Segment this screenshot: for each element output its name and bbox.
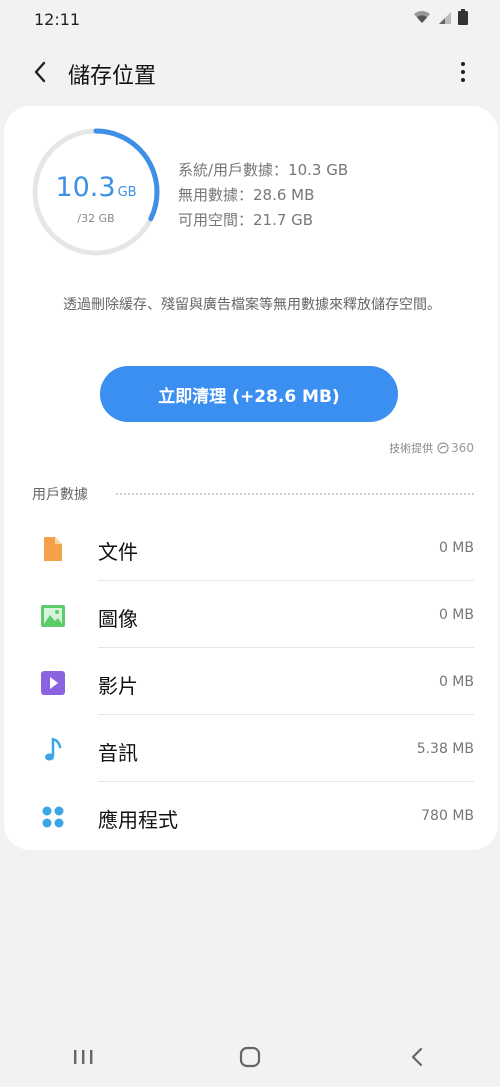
signal-icon bbox=[438, 10, 452, 29]
status-bar: 12:11 bbox=[0, 0, 500, 38]
clean-description: 透過刪除緩存、殘留與廣告檔案等無用數據來釋放儲存空間。 bbox=[63, 297, 441, 313]
used-storage: 10.3 GB bbox=[30, 174, 162, 201]
used-value: 10.3 bbox=[55, 172, 116, 203]
list-item-size: 0 MB bbox=[438, 607, 474, 623]
apps-icon bbox=[38, 803, 68, 831]
app-bar: 儲存位置 bbox=[0, 46, 500, 100]
storage-stats: 系統/用戶數據：10.3 GB 無用數據：28.6 MB 可用空間：21.7 G… bbox=[178, 158, 348, 233]
total-storage: /32 GB bbox=[77, 212, 115, 225]
list-item-label: 文件 bbox=[98, 540, 138, 564]
recent-apps-button[interactable] bbox=[53, 1037, 113, 1077]
back-nav-icon bbox=[411, 1047, 422, 1066]
list-item-label: 圖像 bbox=[98, 607, 138, 631]
more-dot bbox=[461, 62, 465, 66]
image-icon bbox=[38, 602, 68, 630]
document-icon bbox=[38, 535, 68, 563]
battery-icon bbox=[458, 9, 468, 29]
list-item-documents[interactable]: 文件 0 MB bbox=[4, 514, 498, 581]
list-item-label: 應用程式 bbox=[98, 808, 178, 832]
user-data-section-title: 用戶數據 bbox=[32, 487, 88, 503]
more-dot bbox=[461, 70, 465, 74]
home-button[interactable] bbox=[220, 1037, 280, 1077]
list-item-audio[interactable]: 音訊 5.38 MB bbox=[4, 715, 498, 782]
storage-ring: 10.3 GB /32 GB bbox=[30, 126, 162, 258]
clean-now-button[interactable]: 立即清理 (+28.6 MB) bbox=[100, 366, 398, 422]
status-icons bbox=[412, 9, 468, 29]
more-options-button[interactable] bbox=[450, 54, 476, 90]
back-button[interactable] bbox=[22, 54, 58, 90]
recent-apps-icon bbox=[74, 1049, 93, 1064]
list-item-images[interactable]: 圖像 0 MB bbox=[4, 581, 498, 648]
stat-junk: 無用數據：28.6 MB bbox=[178, 186, 315, 204]
section-divider bbox=[116, 493, 474, 495]
list-item-label: 音訊 bbox=[98, 741, 138, 765]
page-title: 儲存位置 bbox=[68, 64, 157, 89]
provider-brand: 360 bbox=[437, 441, 474, 455]
provider-label: 技術提供 bbox=[389, 442, 434, 455]
back-nav-button[interactable] bbox=[387, 1037, 447, 1077]
navigation-bar bbox=[0, 1026, 500, 1087]
list-item-size: 0 MB bbox=[438, 674, 474, 690]
brand-logo-icon bbox=[437, 442, 449, 454]
storage-card: 10.3 GB /32 GB 系統/用戶數據：10.3 GB 無用數據：28.6 … bbox=[4, 106, 498, 850]
list-item-size: 0 MB bbox=[438, 540, 474, 556]
status-time: 12:11 bbox=[34, 9, 81, 29]
home-icon bbox=[239, 1046, 261, 1067]
provider-credit: 技術提供 360 bbox=[389, 440, 474, 456]
wifi-icon bbox=[412, 9, 432, 29]
list-item-size: 780 MB bbox=[421, 808, 474, 824]
stat-system-user: 系統/用戶數據：10.3 GB bbox=[178, 161, 349, 179]
provider-brand-text: 360 bbox=[451, 441, 474, 455]
video-icon bbox=[38, 669, 68, 697]
more-dot bbox=[461, 78, 465, 82]
music-note-icon bbox=[38, 736, 68, 764]
user-data-list: 文件 0 MB 圖像 0 MB 影片 0 MB 音訊 5.38 MB 應用程式 … bbox=[4, 514, 498, 849]
list-item-size: 5.38 MB bbox=[416, 741, 474, 757]
stat-free: 可用空間：21.7 GB bbox=[178, 211, 314, 229]
chevron-left-icon bbox=[34, 61, 46, 83]
used-unit: GB bbox=[117, 185, 137, 200]
list-item-apps[interactable]: 應用程式 780 MB bbox=[4, 782, 498, 849]
list-item-videos[interactable]: 影片 0 MB bbox=[4, 648, 498, 715]
list-item-label: 影片 bbox=[98, 674, 138, 698]
